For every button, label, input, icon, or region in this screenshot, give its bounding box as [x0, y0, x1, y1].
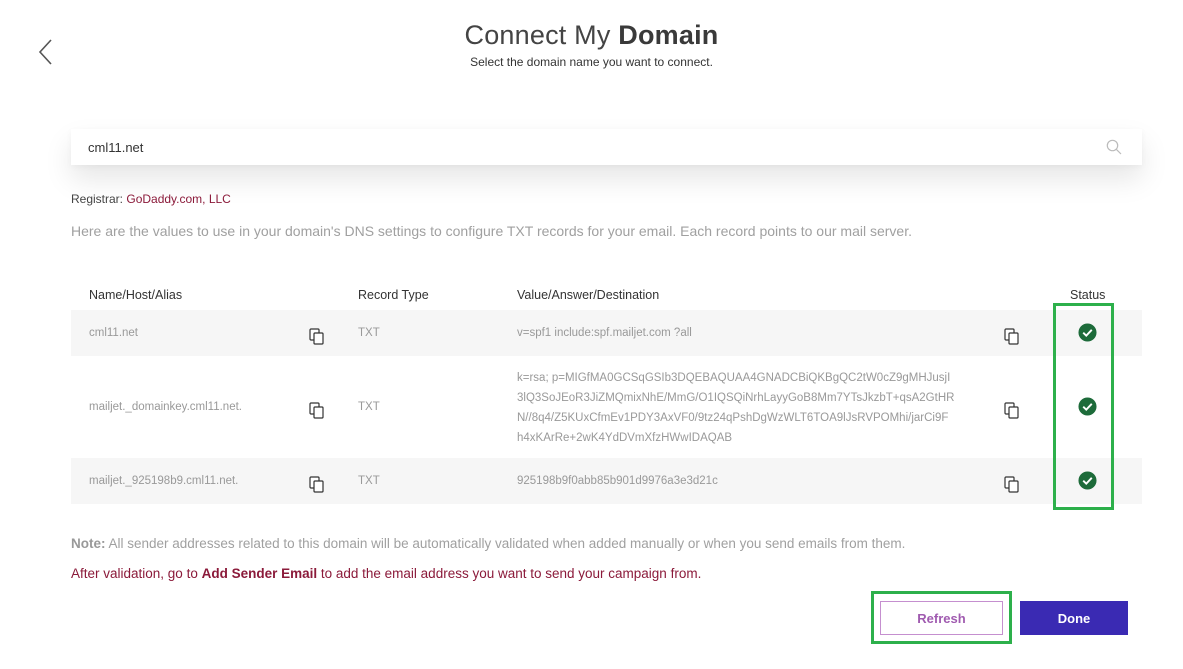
row-value: 925198b9f0abb85b901d9976a3e3d21c [517, 475, 718, 487]
row-record-type: TXT [358, 401, 380, 413]
registrar-info: Registrar: GoDaddy.com, LLC [71, 192, 231, 206]
header-record-type: Record Type [358, 288, 429, 302]
note-body: All sender addresses related to this dom… [105, 536, 906, 551]
note-label: Note: [71, 536, 106, 551]
table-row: mailjet._925198b9.cml11.net. TXT 925198b… [71, 458, 1142, 504]
copy-icon[interactable] [1004, 402, 1020, 420]
row-record-type: TXT [358, 327, 380, 339]
value-line: h4xKArRe+2wK4YdDVmXfzHWwIDAQAB [517, 432, 733, 444]
search-icon[interactable] [1106, 139, 1122, 155]
add-sender-email-link[interactable]: Add Sender Email [202, 566, 318, 581]
table-row: cml11.net TXT v=spf1 include:spf.mailjet… [71, 310, 1142, 356]
copy-icon[interactable] [309, 402, 325, 420]
row-value: v=spf1 include:spf.mailjet.com ?all [517, 327, 692, 339]
after-suffix: to add the email address you want to sen… [317, 566, 702, 581]
page-header: Connect My Domain Select the domain name… [0, 20, 1183, 69]
copy-icon[interactable] [309, 328, 325, 346]
row-name: cml11.net [89, 327, 139, 339]
page-subtitle: Select the domain name you want to conne… [470, 55, 713, 69]
copy-icon[interactable] [309, 476, 325, 494]
value-line: k=rsa; p=MIGfMA0GCSqGSIb3DQEBAQUAA4GNADC… [517, 372, 951, 384]
page-title: Connect My Domain [0, 20, 1183, 51]
table-header: Name/Host/Alias Record Type Value/Answer… [71, 286, 1142, 310]
header-status: Status [1070, 288, 1106, 302]
after-prefix: After validation, go to [71, 566, 202, 581]
header-name: Name/Host/Alias [89, 288, 183, 302]
value-line: 3lQ3SoJEoR3JiZMQmixNhE/MmG/O1IQSQiNrhLay… [517, 392, 955, 404]
registrar-label: Registrar: [71, 192, 124, 206]
note-text: Note: All sender addresses related to th… [71, 536, 905, 551]
page-title-light: Connect My [464, 20, 611, 50]
refresh-button[interactable]: Refresh [880, 601, 1003, 635]
row-name: mailjet._domainkey.cml11.net. [89, 401, 242, 413]
header-value: Value/Answer/Destination [517, 288, 660, 302]
after-validation-text: After validation, go to Add Sender Email… [71, 566, 701, 581]
table-row: mailjet._domainkey.cml11.net. TXT k=rsa;… [71, 356, 1142, 458]
page-title-bold: Domain [618, 20, 719, 50]
domain-search-box [71, 129, 1142, 165]
row-name: mailjet._925198b9.cml11.net. [89, 475, 239, 487]
dns-info-text: Here are the values to use in your domai… [71, 223, 912, 239]
row-record-type: TXT [358, 475, 380, 487]
dns-records-table: Name/Host/Alias Record Type Value/Answer… [71, 286, 1142, 504]
row-value: k=rsa; p=MIGfMA0GCSqGSIb3DQEBAQUAA4GNADC… [517, 368, 977, 448]
value-line: N//8q4/Z5KUxCfmEv1PDY3AxVF0/9tz24qPshDgW… [517, 412, 949, 424]
copy-icon[interactable] [1004, 328, 1020, 346]
domain-search-input[interactable] [71, 129, 1091, 165]
status-column-highlight [1053, 303, 1114, 510]
done-button[interactable]: Done [1020, 601, 1128, 635]
registrar-name: GoDaddy.com, LLC [126, 192, 231, 206]
copy-icon[interactable] [1004, 476, 1020, 494]
